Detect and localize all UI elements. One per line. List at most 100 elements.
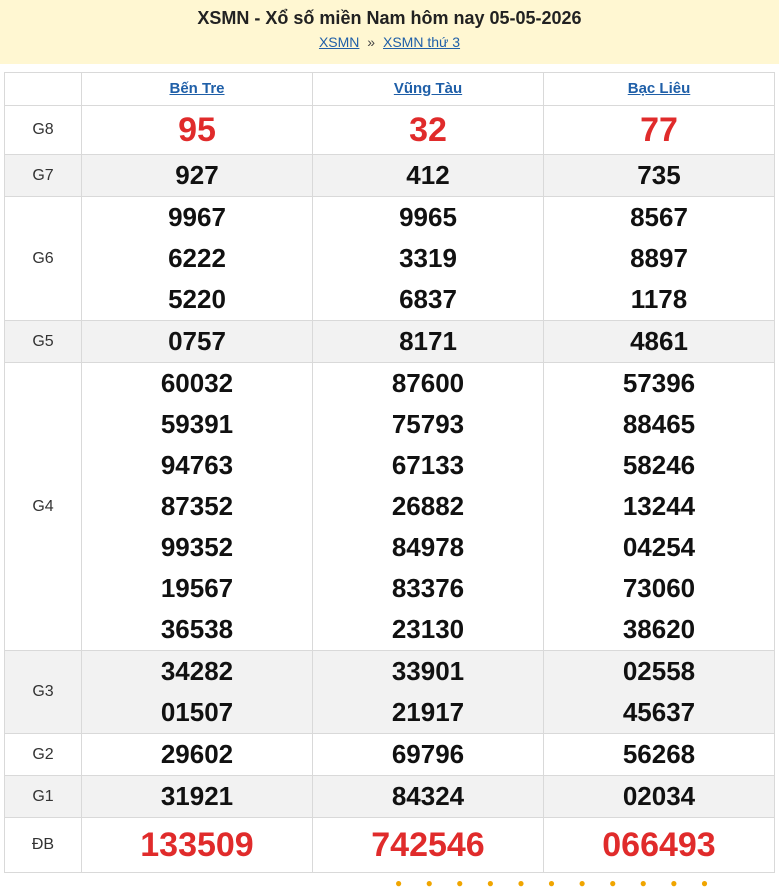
prize-label: ĐB xyxy=(4,817,82,873)
decorative-dots: ● ● ● ● ● ● ● ● ● ● ● xyxy=(395,876,719,890)
prize-cell: 69796 xyxy=(312,733,544,776)
prize-number: 69796 xyxy=(391,739,465,769)
prize-cell: 066493 xyxy=(543,817,775,873)
province-link-vung-tau[interactable]: Vũng Tàu xyxy=(394,80,462,97)
prize-label: G8 xyxy=(4,105,82,155)
prize-number: 735 xyxy=(637,160,681,190)
prize-number: 95 xyxy=(178,111,216,149)
prize-number: 45637 xyxy=(622,697,696,727)
prize-number: 4861 xyxy=(630,326,688,356)
prize-number: 04254 xyxy=(622,532,696,562)
header-province-cell: Vũng Tàu xyxy=(312,72,544,106)
prize-cell: 742546 xyxy=(312,817,544,873)
prize-label: G6 xyxy=(4,196,82,321)
prize-cell: 735 xyxy=(543,154,775,197)
prize-number: 36538 xyxy=(160,614,234,644)
prize-cell: 29602 xyxy=(81,733,313,776)
table-row: G4 60032 59391 94763 87352 99352 19567 36538 876… xyxy=(4,362,775,651)
prize-cell: 32 xyxy=(312,105,544,155)
header-province-cell: Bạc Liêu xyxy=(543,72,775,106)
prize-number: 26882 xyxy=(391,491,465,521)
prize-label: G3 xyxy=(4,650,82,734)
prize-number: 6222 xyxy=(168,243,226,273)
prize-cell: 02558 45637 xyxy=(543,650,775,734)
prize-label: G7 xyxy=(4,154,82,197)
prize-number: 83376 xyxy=(391,573,465,603)
prize-cell: 8567 8897 1178 xyxy=(543,196,775,321)
prize-number: 19567 xyxy=(160,573,234,603)
breadcrumb-link-xsmn[interactable]: XSMN xyxy=(319,34,359,50)
prize-cell: 8171 xyxy=(312,320,544,363)
table-row: G5 0757 8171 4861 xyxy=(4,320,775,363)
province-link-bac-lieu[interactable]: Bạc Liêu xyxy=(628,80,691,97)
prize-number: 0757 xyxy=(168,326,226,356)
prize-number: 84324 xyxy=(391,781,465,811)
prize-cell: 60032 59391 94763 87352 99352 19567 36538 xyxy=(81,362,313,651)
prize-number: 1178 xyxy=(630,284,688,314)
table-row: G8 95 32 77 xyxy=(4,105,775,155)
prize-number: 38620 xyxy=(622,614,696,644)
prize-label: G4 xyxy=(4,362,82,651)
prize-number: 57396 xyxy=(622,368,696,398)
table-row: G2 29602 69796 56268 xyxy=(4,733,775,776)
prize-label: G1 xyxy=(4,775,82,818)
prize-number: 34282 xyxy=(160,656,234,686)
prize-cell: 34282 01507 xyxy=(81,650,313,734)
prize-number: 73060 xyxy=(622,573,696,603)
page-title: XSMN - Xổ số miền Nam hôm nay 05-05-2026 xyxy=(197,8,582,28)
prize-number: 77 xyxy=(640,111,678,149)
results-table: Bến Tre Vũng Tàu Bạc Liêu G8 95 32 77 G7 927 4… xyxy=(4,72,775,873)
prize-cell: 412 xyxy=(312,154,544,197)
prize-number: 94763 xyxy=(160,450,234,480)
breadcrumb-link-xsmn-thu-3[interactable]: XSMN thứ 3 xyxy=(383,34,460,50)
prize-cell: 927 xyxy=(81,154,313,197)
table-row: G3 34282 01507 33901 21917 02558 45637 xyxy=(4,650,775,734)
prize-number: 88465 xyxy=(622,409,696,439)
table-row: G6 9967 6222 5220 9965 3319 6837 8567 8897 1178 xyxy=(4,196,775,321)
prize-cell: 4861 xyxy=(543,320,775,363)
prize-number: 8897 xyxy=(630,243,688,273)
prize-number: 927 xyxy=(175,160,219,190)
results-body: G8 95 32 77 G7 927 412 735 G6 9967 6222 5220 9965 331… xyxy=(4,105,775,873)
prize-label: G2 xyxy=(4,733,82,776)
prize-cell: 84324 xyxy=(312,775,544,818)
prize-cell: 0757 xyxy=(81,320,313,363)
prize-number: 87352 xyxy=(160,491,234,521)
breadcrumb: XSMN » XSMN thứ 3 xyxy=(0,34,779,50)
prize-cell: 77 xyxy=(543,105,775,155)
prize-number: 13244 xyxy=(622,491,696,521)
table-row: ĐB 133509 742546 066493 xyxy=(4,817,775,873)
breadcrumb-separator: » xyxy=(367,34,376,50)
prize-number: 742546 xyxy=(371,826,485,864)
table-header-row: Bến Tre Vũng Tàu Bạc Liêu xyxy=(4,72,775,106)
prize-cell: 31921 xyxy=(81,775,313,818)
prize-number: 23130 xyxy=(391,614,465,644)
prize-number: 56268 xyxy=(622,739,696,769)
prize-number: 60032 xyxy=(160,368,234,398)
prize-number: 58246 xyxy=(622,450,696,480)
prize-cell: 9967 6222 5220 xyxy=(81,196,313,321)
prize-cell: 87600 75793 67133 26882 84978 83376 23130 xyxy=(312,362,544,651)
prize-number: 8567 xyxy=(630,202,688,232)
prize-number: 8171 xyxy=(399,326,457,356)
header-province-cell: Bến Tre xyxy=(81,72,313,106)
prize-number: 412 xyxy=(406,160,450,190)
prize-number: 21917 xyxy=(391,697,465,727)
province-link-ben-tre[interactable]: Bến Tre xyxy=(169,80,224,97)
prize-cell: 95 xyxy=(81,105,313,155)
prize-number: 066493 xyxy=(602,826,716,864)
prize-number: 29602 xyxy=(160,739,234,769)
prize-number: 84978 xyxy=(391,532,465,562)
table-row: G7 927 412 735 xyxy=(4,154,775,197)
prize-number: 31921 xyxy=(160,781,234,811)
prize-cell: 33901 21917 xyxy=(312,650,544,734)
prize-number: 67133 xyxy=(391,450,465,480)
page-header: XSMN - Xổ số miền Nam hôm nay 05-05-2026… xyxy=(0,0,779,64)
prize-cell: 56268 xyxy=(543,733,775,776)
prize-cell: 57396 88465 58246 13244 04254 73060 38620 xyxy=(543,362,775,651)
prize-cell: 133509 xyxy=(81,817,313,873)
prize-number: 02034 xyxy=(622,781,696,811)
prize-number: 6837 xyxy=(399,284,457,314)
prize-number: 133509 xyxy=(140,826,254,864)
prize-number: 75793 xyxy=(391,409,465,439)
